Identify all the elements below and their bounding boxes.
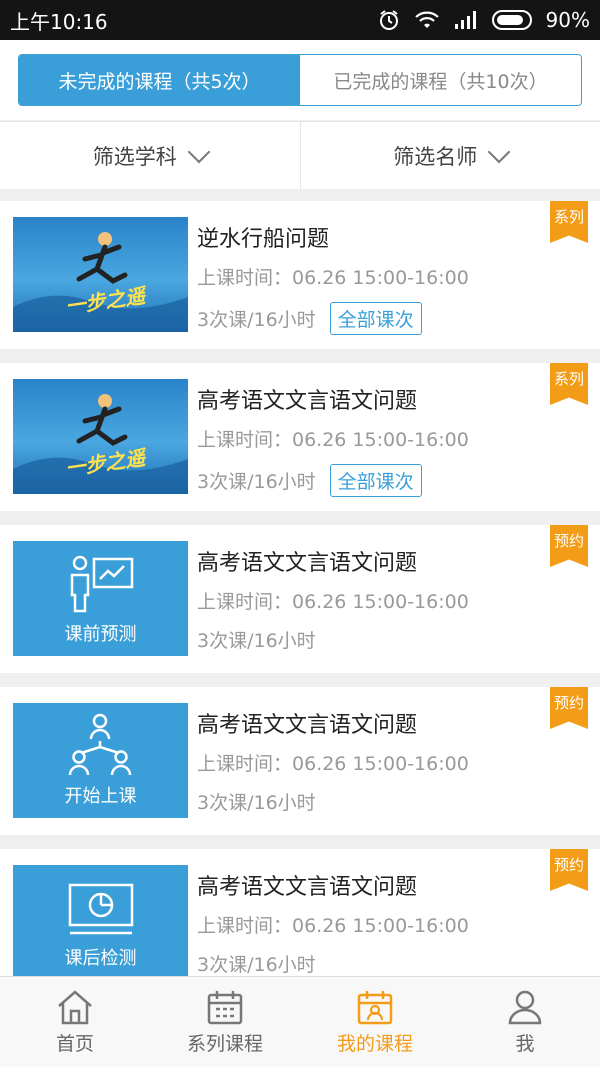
course-title: 高考语文文言语文问题 <box>197 551 418 576</box>
course-time: 上课时间：06.26 15:00-16:00 <box>197 591 469 613</box>
course-status-tabs: 未完成的课程（共5次） 已完成的课程（共10次） <box>0 40 600 120</box>
nav-home[interactable]: 首页 <box>0 977 150 1067</box>
calendar-icon <box>207 990 243 1024</box>
course-time: 上课时间：06.26 15:00-16:00 <box>197 429 469 451</box>
course-time: 上课时间：06.26 15:00-16:00 <box>197 267 469 289</box>
pie-chart-board-icon <box>68 883 134 935</box>
thumb-caption: 开始上课 <box>64 786 137 807</box>
presenter-icon <box>70 555 134 613</box>
nav-series-label: 系列课程 <box>186 1032 263 1055</box>
course-title: 高考语文文言语文问题 <box>197 875 418 900</box>
battery-icon <box>491 10 532 30</box>
all-sessions-button[interactable]: 全部课次 <box>329 302 422 335</box>
status-bar: 上午10:16 90% <box>0 0 600 40</box>
reserve-badge: 预约 <box>550 687 588 729</box>
course-meta: 3次课/16小时 <box>197 471 316 493</box>
thumb-caption: 课后检测 <box>64 948 137 969</box>
filter-subject-label: 筛选学科 <box>92 144 177 169</box>
tab-finished[interactable]: 已完成的课程（共10次） <box>300 55 581 105</box>
course-thumbnail: 一步之遥 <box>13 217 188 332</box>
clock: 上午10:16 <box>10 9 108 34</box>
nav-series[interactable]: 系列课程 <box>150 977 300 1067</box>
nav-home-label: 首页 <box>55 1032 94 1055</box>
nav-me[interactable]: 我 <box>450 977 600 1067</box>
course-card[interactable]: 课前预测 高考语文文言语文问题 上课时间：06.26 15:00-16:00 3… <box>0 525 600 673</box>
wifi-icon <box>414 11 439 28</box>
course-time: 上课时间：06.26 15:00-16:00 <box>197 915 469 937</box>
all-sessions-button[interactable]: 全部课次 <box>329 464 422 497</box>
segmented-control: 未完成的课程（共5次） 已完成的课程（共10次） <box>18 54 582 106</box>
my-course-icon <box>357 990 393 1024</box>
series-badge: 系列 <box>550 201 588 243</box>
chevron-down-icon <box>187 140 211 163</box>
filter-teacher-label: 筛选名师 <box>393 144 478 169</box>
course-title: 高考语文文言语文问题 <box>197 389 418 414</box>
course-list[interactable]: 一步之遥 逆水行船问题 上课时间：06.26 15:00-16:00 3次课/1… <box>0 201 600 976</box>
series-badge: 系列 <box>550 363 588 405</box>
reserve-badge: 预约 <box>550 849 588 891</box>
course-card[interactable]: 一步之遥 高考语文文言语文问题 上课时间：06.26 15:00-16:00 3… <box>0 363 600 511</box>
bottom-nav: 首页 系列课程 我的课程 我 <box>0 976 600 1067</box>
course-thumbnail: 课前预测 <box>13 541 188 656</box>
course-meta: 3次课/16小时 <box>197 954 316 976</box>
chevron-down-icon <box>487 140 511 163</box>
course-time: 上课时间：06.26 15:00-16:00 <box>197 753 469 775</box>
signal-icon <box>454 11 476 29</box>
filter-bar: 筛选学科 筛选名师 <box>0 121 600 189</box>
course-card[interactable]: 一步之遥 逆水行船问题 上课时间：06.26 15:00-16:00 3次课/1… <box>0 201 600 349</box>
group-icon <box>68 713 132 776</box>
home-icon <box>58 989 92 1024</box>
user-icon <box>508 990 542 1024</box>
course-card[interactable]: 开始上课 高考语文文言语文问题 上课时间：06.26 15:00-16:00 3… <box>0 687 600 835</box>
course-title: 高考语文文言语文问题 <box>197 713 418 738</box>
battery-level: 90% <box>545 8 590 32</box>
course-title: 逆水行船问题 <box>197 227 330 252</box>
thumb-caption: 课前预测 <box>64 624 137 645</box>
course-card[interactable]: 课后检测 高考语文文言语文问题 上课时间：06.26 15:00-16:00 3… <box>0 849 600 976</box>
filter-teacher[interactable]: 筛选名师 <box>299 122 600 189</box>
course-meta: 3次课/16小时 <box>197 630 316 652</box>
course-meta: 3次课/16小时 <box>197 792 316 814</box>
course-thumbnail: 课后检测 <box>13 865 188 976</box>
nav-my-courses[interactable]: 我的课程 <box>300 977 450 1067</box>
nav-my-courses-label: 我的课程 <box>336 1032 413 1055</box>
course-thumbnail: 一步之遥 <box>13 379 188 494</box>
course-thumbnail: 开始上课 <box>13 703 188 818</box>
filter-subject[interactable]: 筛选学科 <box>0 122 300 189</box>
nav-me-label: 我 <box>515 1032 535 1055</box>
reserve-badge: 预约 <box>550 525 588 567</box>
alarm-icon <box>379 10 398 30</box>
course-meta: 3次课/16小时 <box>197 309 316 331</box>
tab-unfinished[interactable]: 未完成的课程（共5次） <box>19 55 300 105</box>
